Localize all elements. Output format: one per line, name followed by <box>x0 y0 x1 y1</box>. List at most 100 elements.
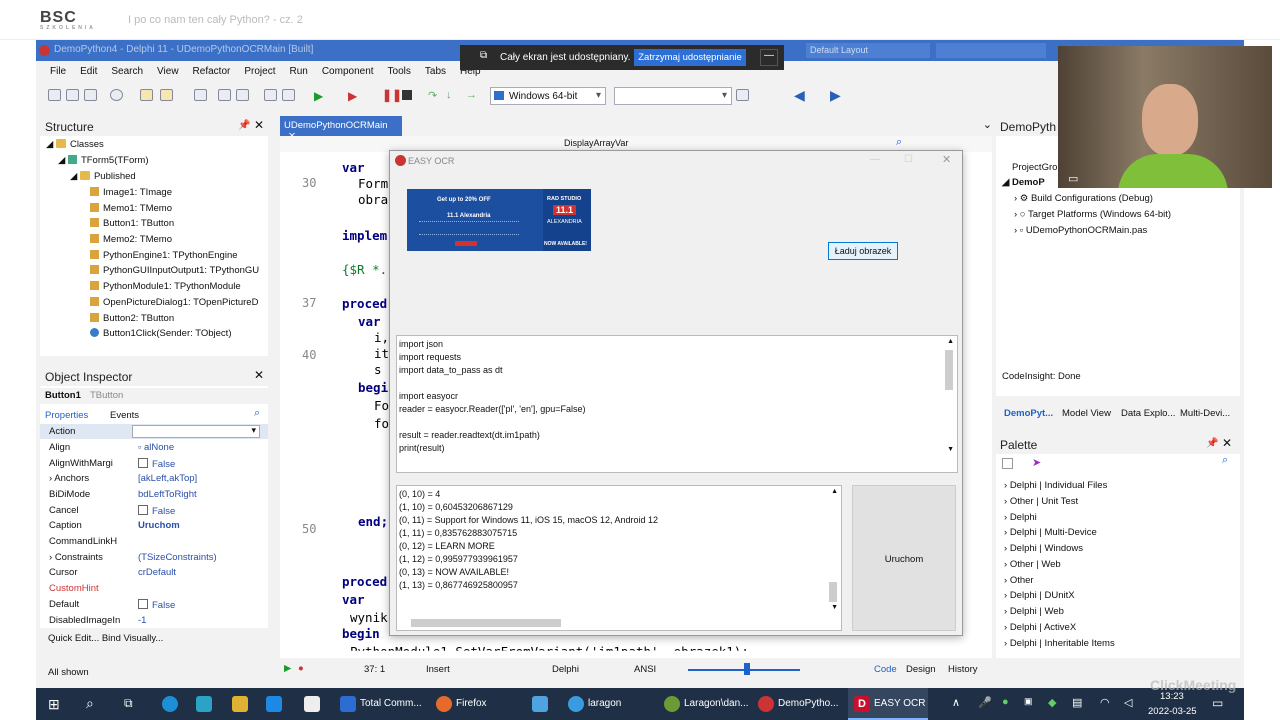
palette-item[interactable]: › Delphi <box>1004 512 1037 523</box>
ide-search-box[interactable] <box>936 43 1046 58</box>
scroll-down-arrow[interactable]: ▼ <box>947 446 954 453</box>
tray-icon[interactable]: ● <box>1002 696 1009 708</box>
app-icon[interactable] <box>532 696 548 712</box>
menu-edit[interactable]: Edit <box>80 66 97 77</box>
chevron-down-icon[interactable]: ⌄ <box>983 118 992 131</box>
taskbar-item[interactable]: DemoPytho... <box>778 698 839 709</box>
horizontal-scrollbar[interactable] <box>411 619 561 627</box>
step-over-icon[interactable]: ↷ <box>428 89 437 102</box>
notifications-icon[interactable]: ▭ <box>1212 696 1223 710</box>
open-project-icon[interactable] <box>160 89 173 101</box>
delphi-icon[interactable] <box>758 696 774 712</box>
action-combo[interactable]: ▾ <box>132 425 260 438</box>
save-icon[interactable] <box>194 89 207 101</box>
run-button[interactable]: Uruchom <box>852 485 956 631</box>
menu-refactor[interactable]: Refactor <box>193 66 231 77</box>
task-view-icon[interactable]: ⧉ <box>124 696 133 711</box>
volume-icon[interactable]: ◁ <box>1124 696 1132 709</box>
trace-into-icon[interactable]: ↓ <box>446 89 452 101</box>
palette-item[interactable]: › Delphi | Web <box>1004 606 1064 617</box>
close-icon[interactable]: ✕ <box>254 118 264 132</box>
zoom-thumb[interactable] <box>744 663 750 675</box>
camera-icon[interactable]: ▭ <box>1068 172 1078 185</box>
tab-properties[interactable]: Properties <box>45 410 88 421</box>
prop-value[interactable]: -1 <box>138 615 146 626</box>
palette-item[interactable]: › Delphi | DUnitX <box>1004 590 1075 601</box>
prop-value[interactable]: False <box>138 599 175 611</box>
tree-node[interactable]: Button2: TButton <box>90 313 174 324</box>
tree-node[interactable]: Memo2: TMemo <box>90 234 172 245</box>
tray-icon[interactable]: ◆ <box>1048 696 1056 709</box>
tree-node[interactable]: Button1: TButton <box>90 218 174 229</box>
app-icon[interactable] <box>304 696 320 712</box>
menu-tools[interactable]: Tools <box>388 66 411 77</box>
tray-icon[interactable]: ▣ <box>1024 696 1033 707</box>
prop-value[interactable]: crDefault <box>138 567 176 578</box>
tree-node[interactable]: PythonModule1: TPythonModule <box>90 281 241 292</box>
tab-design[interactable]: Design <box>906 664 936 675</box>
edge-icon[interactable] <box>162 696 178 712</box>
menu-tabs[interactable]: Tabs <box>425 66 446 77</box>
palette-item[interactable]: › Delphi | Windows <box>1004 543 1083 554</box>
cursor-icon[interactable]: ➤ <box>1032 456 1041 469</box>
tab-project[interactable]: DemoPyt... <box>1004 408 1053 419</box>
menu-component[interactable]: Component <box>322 66 374 77</box>
menu-run[interactable]: Run <box>289 66 307 77</box>
palette-item[interactable]: › Delphi | Inheritable Items <box>1004 638 1115 649</box>
tree-node[interactable]: Button1Click(Sender: TObject) <box>90 328 232 339</box>
configuration-combo[interactable] <box>614 87 732 105</box>
app-icon[interactable] <box>196 696 212 712</box>
record-icon[interactable]: ● <box>298 663 304 674</box>
prop-value[interactable]: Uruchom <box>138 520 180 531</box>
platform-combo[interactable]: Windows 64-bit <box>490 87 606 105</box>
close-icon[interactable]: ✕ <box>254 368 264 382</box>
search-icon[interactable]: ⌕ <box>254 407 260 420</box>
prop-value[interactable]: False <box>138 505 175 517</box>
tree-node[interactable]: PythonEngine1: TPythonEngine <box>90 250 238 261</box>
python-script-memo[interactable]: import json import requests import data_… <box>396 335 958 473</box>
taskbar-item[interactable]: Laragon\dan... <box>684 698 749 709</box>
windows-start-icon[interactable]: ⊞ <box>48 696 60 713</box>
tab-data-explorer[interactable]: Data Explo... <box>1121 408 1175 419</box>
mail-icon[interactable] <box>266 696 282 712</box>
close-button[interactable]: ✕ <box>942 153 951 166</box>
run-without-debug-icon[interactable]: ▶ <box>348 89 357 103</box>
menu-search[interactable]: Search <box>111 66 143 77</box>
search-icon[interactable]: ⌕ <box>86 695 94 712</box>
build-configurations[interactable]: › ⚙ Build Configurations (Debug) <box>1014 193 1153 204</box>
taskbar-item[interactable]: Firefox <box>456 698 487 709</box>
stop-icon[interactable] <box>110 89 123 101</box>
menu-view[interactable]: View <box>157 66 179 77</box>
laragon-icon[interactable] <box>568 696 584 712</box>
maximize-button[interactable]: ☐ <box>904 154 913 165</box>
save-all-icon[interactable] <box>218 89 231 101</box>
folder-icon[interactable] <box>232 696 248 712</box>
vertical-scrollbar[interactable] <box>829 582 837 602</box>
clock-date[interactable]: 2022-03-25 <box>1148 706 1197 717</box>
prop-value[interactable]: [akLeft,akTop] <box>138 473 197 484</box>
project-group[interactable]: ProjectGro <box>1012 162 1057 173</box>
heidisql-icon[interactable] <box>664 696 680 712</box>
tab-udemopythonocrmain[interactable]: UDemoPythonOCRMain ✕ <box>280 116 402 142</box>
run-icon[interactable]: ▶ <box>314 89 323 103</box>
palette-item[interactable]: › Delphi | Multi-Device <box>1004 527 1097 538</box>
total-commander-icon[interactable] <box>340 696 356 712</box>
close-file-icon[interactable] <box>236 89 249 101</box>
palette-item[interactable]: › Other | Unit Test <box>1004 496 1078 507</box>
palette-item[interactable]: › Other | Web <box>1004 559 1061 570</box>
run-to-cursor-icon[interactable]: → <box>466 89 477 101</box>
prop-value[interactable]: False <box>138 458 175 470</box>
microphone-icon[interactable]: 🎤 <box>978 696 992 709</box>
chevron-up-icon[interactable]: ∧ <box>952 696 960 709</box>
minimize-share-button[interactable]: — <box>760 49 778 66</box>
tab-model-view[interactable]: Model View <box>1062 408 1111 419</box>
network-icon[interactable]: ▤ <box>1072 696 1082 709</box>
taskbar-item-active[interactable]: D EASY OCR <box>848 688 928 720</box>
tree-node[interactable]: PythonGUIInputOutput1: TPythonGU <box>90 265 259 276</box>
prop-value[interactable]: (TSizeConstraints) <box>138 552 217 563</box>
taskbar-item[interactable]: Total Comm... <box>360 698 422 709</box>
scroll-up-arrow[interactable]: ▲ <box>831 488 838 495</box>
scroll-up-arrow[interactable]: ▲ <box>947 338 954 345</box>
copy-icon[interactable] <box>84 89 97 101</box>
deploy-icon[interactable] <box>736 89 749 101</box>
